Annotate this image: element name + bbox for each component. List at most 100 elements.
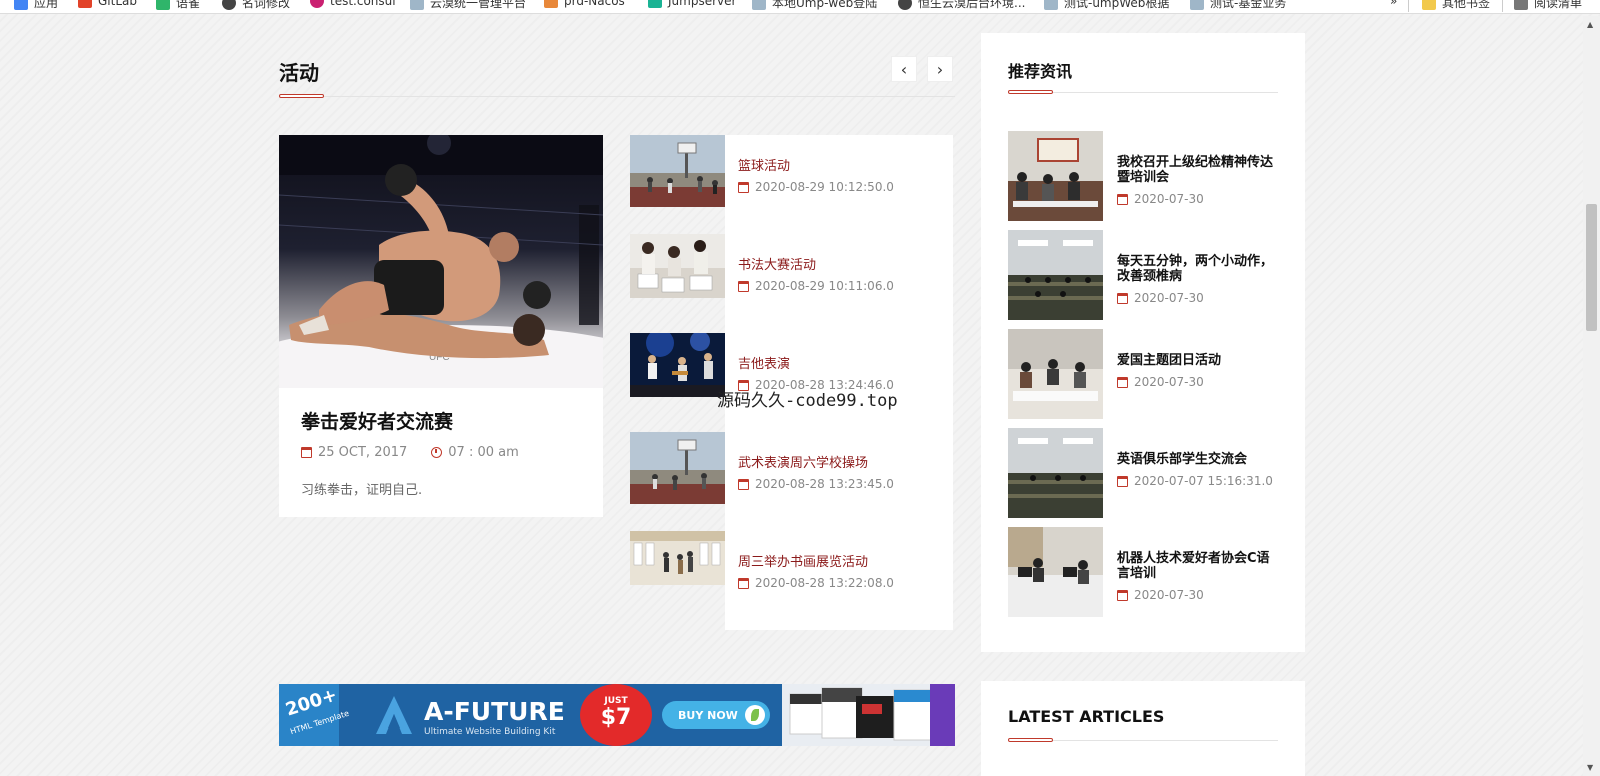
bookmarks-more-button[interactable]: » [1390, 0, 1397, 8]
calendar-icon [1117, 589, 1128, 601]
bookmark-test-umpweb[interactable]: 测试-umpWeb根据 [1044, 0, 1169, 11]
section-accent-bar [1008, 738, 1053, 742]
activity-item-date: 2020-08-29 10:12:50.0 [738, 180, 894, 194]
scrollbar-thumb[interactable] [1586, 204, 1597, 331]
recommended-item[interactable]: 我校召开上级纪检精神传达暨培训会 2020-07-30 [1008, 131, 1288, 221]
activity-item-date: 2020-08-29 10:11:06.0 [738, 279, 894, 293]
calendar-icon [738, 181, 749, 193]
calendar-icon [738, 280, 749, 292]
gitlab-icon [78, 0, 92, 8]
activity-thumbnail-martial-arts[interactable] [630, 432, 725, 504]
activity-list-item[interactable]: 书法大赛活动 2020-08-29 10:11:06.0 [630, 234, 953, 306]
featured-activity-title[interactable]: 拳击爱好者交流赛 [301, 407, 453, 434]
watermark-text: 源码久久-code99.top [717, 391, 898, 411]
bookmark-jumpserver[interactable]: Jumpserver [648, 0, 736, 8]
featured-activity-meta: 25 OCT, 2017 07 : 00 am [301, 445, 519, 460]
recommended-thumbnail[interactable] [1008, 527, 1103, 617]
consul-icon [310, 0, 324, 8]
latest-articles-title: LATEST ARTICLES [1008, 707, 1165, 726]
bookmark-local-ump[interactable]: 本地Ump-web登陆 [752, 0, 877, 11]
activity-thumbnail-calligraphy[interactable] [630, 234, 725, 306]
featured-activity-image[interactable]: UFC [279, 135, 603, 388]
activity-item-title[interactable]: 周三举办书画展览活动 [738, 551, 868, 570]
activity-thumbnail-painting-exhibition[interactable] [630, 531, 725, 603]
bookmark-yuque[interactable]: 语雀 [156, 0, 200, 11]
chevron-left-icon: ‹ [900, 59, 908, 79]
calendar-icon [738, 478, 749, 490]
carousel-next-button[interactable]: › [927, 56, 953, 82]
section-divider [279, 96, 955, 97]
bookmark-consul[interactable]: test.consul [310, 0, 396, 8]
featured-activity-card[interactable]: UFC 拳击爱好者交流赛 25 OCT, 2017 07 : 00 am 习练拳… [279, 135, 603, 517]
activity-list-item[interactable]: 周三举办书画展览活动 2020-08-28 13:22:08.0 [630, 531, 953, 603]
calendar-icon [738, 577, 749, 589]
recommended-item[interactable]: 机器人技术爱好者协会C语言培训 2020-07-30 [1008, 527, 1288, 617]
apps-grid-icon [14, 0, 28, 10]
scroll-down-arrow-icon[interactable]: ▼ [1587, 763, 1593, 772]
page-scrollbar[interactable]: ▲ ▼ [1583, 16, 1600, 776]
activity-section-title: 活动 [279, 61, 319, 85]
a-future-logo-icon [376, 696, 412, 734]
latest-articles-card: LATEST ARTICLES [981, 681, 1305, 776]
featured-activity-excerpt: 习练拳击，证明自己. [301, 483, 423, 498]
recommended-item-title[interactable]: 机器人技术爱好者协会C语言培训 [1117, 551, 1282, 581]
globe-icon [222, 0, 236, 10]
recommended-sidebar: 推荐资讯 我校召开上级纪检精神传达暨培训会 2020-07-30 每天五分钟，两… [981, 33, 1305, 652]
featured-activity-time: 07 : 00 am [448, 445, 519, 460]
bookmark-noun-edit[interactable]: 名词修改 [222, 0, 290, 11]
bookmarks-bar: 应用 GitLab 语雀 名词修改 test.consul 云漠统一管理平台 p… [0, 0, 1600, 14]
calendar-icon [301, 447, 312, 458]
recommended-item[interactable]: 英语俱乐部学生交流会 2020-07-07 15:16:31.0 [1008, 428, 1288, 518]
recommended-item-date: 2020-07-30 [1117, 588, 1204, 602]
bookmark-reading-list[interactable]: 阅读清单 [1514, 0, 1582, 11]
bookmark-nacos[interactable]: prd-Nacos [544, 0, 625, 8]
recommended-thumbnail[interactable] [1008, 329, 1103, 419]
banner-title: A-FUTURE [424, 697, 565, 726]
recommended-thumbnail[interactable] [1008, 131, 1103, 221]
nacos-icon [544, 0, 558, 8]
bookmark-other-folder[interactable]: 其他书签 [1422, 0, 1490, 11]
recommended-item-date: 2020-07-30 [1117, 192, 1204, 206]
recommended-thumbnail[interactable] [1008, 230, 1103, 320]
activity-item-title[interactable]: 吉他表演 [738, 353, 790, 372]
bookmark-hs-backend[interactable]: 恒生云漠后台环境... [898, 0, 1025, 11]
recommended-item[interactable]: 爱国主题团日活动 2020-07-30 [1008, 329, 1288, 419]
bookmark-cloud-platform[interactable]: 云漠统一管理平台 [410, 0, 526, 11]
page-icon [1044, 0, 1058, 10]
folder-icon [1422, 0, 1436, 10]
carousel-prev-button[interactable]: ‹ [891, 56, 917, 82]
promo-banner[interactable]: 200+ HTML Template A-FUTURE Ultimate Web… [279, 684, 955, 746]
leaf-icon [745, 705, 765, 725]
recommended-item-date: 2020-07-07 15:16:31.0 [1117, 474, 1273, 488]
activity-thumbnail-basketball[interactable] [630, 135, 725, 207]
activity-item-title[interactable]: 书法大赛活动 [738, 254, 816, 273]
calendar-icon [1117, 376, 1128, 388]
recommended-item-title[interactable]: 爱国主题团日活动 [1117, 353, 1282, 368]
bookmark-apps[interactable]: 应用 [14, 0, 58, 11]
section-accent-bar [279, 94, 324, 98]
globe-icon [898, 0, 912, 10]
recommended-item[interactable]: 每天五分钟，两个小动作，改善颈椎病 2020-07-30 [1008, 230, 1288, 320]
activity-item-title[interactable]: 篮球活动 [738, 155, 790, 174]
page-icon [1190, 0, 1204, 10]
activity-thumbnail-guitar[interactable] [630, 333, 725, 405]
recommended-item-title[interactable]: 英语俱乐部学生交流会 [1117, 452, 1282, 467]
page-icon [752, 0, 766, 10]
scroll-up-arrow-icon[interactable]: ▲ [1587, 20, 1593, 29]
reading-list-icon [1514, 0, 1528, 10]
section-accent-bar [1008, 90, 1053, 94]
bookmark-test-fund[interactable]: 测试-基金业务 [1190, 0, 1286, 11]
recommended-thumbnail[interactable] [1008, 428, 1103, 518]
activity-list-item[interactable]: 武术表演周六学校操场 2020-08-28 13:23:45.0 [630, 432, 953, 504]
recommended-item-date: 2020-07-30 [1117, 291, 1204, 305]
banner-template-screenshots [782, 684, 955, 746]
buy-now-button[interactable]: BUY NOW [662, 701, 770, 729]
activity-list-item[interactable]: 篮球活动 2020-08-29 10:12:50.0 [630, 135, 953, 207]
recommended-item-title[interactable]: 我校召开上级纪检精神传达暨培训会 [1117, 155, 1282, 185]
recommended-item-title[interactable]: 每天五分钟，两个小动作，改善颈椎病 [1117, 254, 1282, 284]
bookmark-gitlab[interactable]: GitLab [78, 0, 137, 8]
calendar-icon [1117, 292, 1128, 304]
jumpserver-icon [648, 0, 662, 8]
activity-item-title[interactable]: 武术表演周六学校操场 [738, 452, 868, 471]
banner-price-badge: JUST $7 [580, 684, 652, 746]
